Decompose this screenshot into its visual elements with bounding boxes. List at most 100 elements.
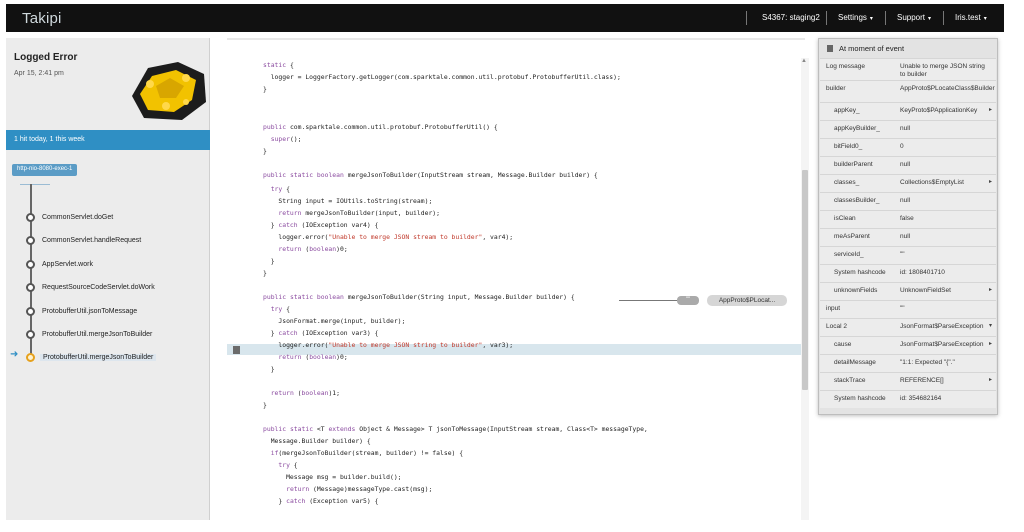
settings-menu[interactable]: Settings ▾: [838, 13, 873, 22]
code-line: super();: [270, 135, 302, 143]
variable-value: KeyProto$PApplicationKey: [900, 107, 978, 114]
event-thumbnail-image: [132, 62, 206, 120]
code-header-bar: [227, 38, 805, 40]
code-line: public static <T extends Object & Messag…: [263, 425, 648, 433]
code-line: public com.sparktale.common.util.protobu…: [263, 123, 498, 131]
top-separator: [826, 11, 827, 25]
scrollbar-thumb[interactable]: [802, 170, 808, 390]
code-line: logger = LoggerFactory.getLogger(com.spa…: [263, 73, 621, 81]
environment-selector[interactable]: S4367: staging2: [762, 13, 820, 22]
variable-name: Local 2: [826, 323, 847, 330]
variable-name: classesBuilder_: [834, 197, 880, 204]
environment-label: S4367: staging2: [762, 13, 820, 22]
code-line: if(mergeJsonToBuilder(stream, builder) !…: [270, 449, 464, 457]
support-label: Support: [897, 13, 926, 22]
code-line: return (Message)messageType.cast(msg);: [286, 485, 433, 493]
variable-value: Collections$EmptyList: [900, 179, 964, 186]
stack-frame-label: ProtobufferUtil.mergeJsonToBuilder: [42, 331, 153, 338]
variable-value: "": [900, 305, 905, 312]
event-datetime: Apr 15, 2:41 pm: [14, 70, 64, 77]
expand-icon[interactable]: ▸: [989, 106, 992, 113]
app-logo[interactable]: Takipi: [22, 10, 62, 27]
thread-badge[interactable]: http-nio-8080-exec-1: [12, 164, 78, 176]
frame-node-icon: [26, 307, 35, 316]
frame-node-icon: [26, 283, 35, 292]
variable-value: "": [900, 251, 905, 258]
variable-value: null: [900, 233, 911, 240]
stack-frame-label: ProtobufferUtil.jsonToMessage: [42, 308, 138, 315]
chevron-down-icon: ▾: [928, 16, 932, 22]
code-line: }: [263, 269, 267, 277]
variable-value: 0: [900, 143, 904, 150]
variable-name: classes_: [834, 179, 860, 186]
variable-pill-input[interactable]: "": [677, 296, 699, 305]
code-line: JsonFormat.merge(input, builder);: [263, 317, 406, 325]
stack-top-connector: [20, 184, 50, 185]
top-separator: [885, 11, 886, 25]
variable-value: null: [900, 161, 911, 168]
stack-frame-label: ProtobufferUtil.mergeJsonToBuilder: [40, 354, 157, 361]
current-frame-arrow-icon: ➜: [10, 349, 19, 360]
stack-frame-label: AppServlet.work: [42, 261, 93, 268]
variable-value: AppProto$PLocateClass$Builder: [900, 85, 995, 92]
source-code-viewer[interactable]: static { logger = LoggerFactory.getLogge…: [211, 38, 811, 520]
frame-node-icon: [26, 236, 35, 245]
code-line: }: [263, 85, 267, 93]
chevron-down-icon: ▾: [869, 16, 873, 22]
variables-panel-header: At moment of event: [819, 39, 997, 57]
variable-value: "1:1: Expected "{".": [900, 359, 955, 366]
code-line: } catch (Exception var5) {: [263, 497, 379, 505]
expand-icon[interactable]: ▸: [989, 286, 992, 293]
variable-row[interactable]: classes_ Collections$EmptyList ▸: [820, 174, 996, 192]
variable-value: Unable to merge JSON string to builder: [900, 63, 985, 78]
user-menu[interactable]: Iris.test ▾: [955, 13, 987, 22]
variable-row: isClean false: [820, 210, 996, 228]
variable-value: JsonFormat$ParseException: [900, 341, 984, 348]
code-scrollbar[interactable]: [801, 58, 809, 520]
variable-row[interactable]: Local 2 JsonFormat$ParseException ▾: [820, 318, 996, 336]
variable-value: REFERENCE[]: [900, 377, 944, 384]
expand-icon[interactable]: ▸: [989, 376, 992, 383]
variable-row[interactable]: cause JsonFormat$ParseException ▸: [820, 336, 996, 354]
variable-name: builderParent: [834, 161, 873, 168]
variable-row[interactable]: stackTrace REFERENCE[] ▸: [820, 372, 996, 390]
variable-pill-builder[interactable]: AppProto$PLocat...: [707, 295, 787, 306]
event-sidebar: Logged Error Apr 15, 2:41 pm 1 hit today…: [6, 38, 210, 520]
variable-row: meAsParent null: [820, 228, 996, 246]
collapse-icon[interactable]: ▾: [989, 322, 992, 329]
code-line: } catch (IOException var4) {: [263, 221, 379, 229]
code-line: }: [263, 257, 275, 265]
variable-name: detailMessage: [834, 359, 876, 366]
code-line: }: [263, 401, 267, 409]
variable-name: stackTrace: [834, 377, 866, 384]
variable-row: appKeyBuilder_ null: [820, 120, 996, 138]
variable-row[interactable]: appKey_ KeyProto$PApplicationKey ▸: [820, 102, 996, 120]
variable-name: builder: [826, 85, 846, 92]
variable-name: serviceId_: [834, 251, 864, 258]
scroll-up-icon[interactable]: ▲: [801, 58, 807, 64]
stack-frame-label: CommonServlet.handleRequest: [42, 237, 142, 244]
code-line: public static boolean mergeJsonToBuilder…: [263, 171, 598, 179]
variable-name: cause: [834, 341, 852, 348]
variable-row[interactable]: unknownFields UnknownFieldSet ▸: [820, 282, 996, 300]
expand-icon[interactable]: ▸: [989, 178, 992, 185]
variable-value: null: [900, 197, 911, 204]
variable-name: Log message: [826, 63, 866, 70]
variable-name: appKey_: [834, 107, 860, 114]
variable-row: Log message Unable to merge JSON string t…: [820, 58, 996, 80]
code-line: return (boolean)1;: [270, 389, 340, 397]
variable-value: UnknownFieldSet: [900, 287, 951, 294]
log-frame-icon: [26, 353, 35, 362]
variable-name: bitField0_: [834, 143, 863, 150]
variable-name: System hashcode: [834, 395, 886, 402]
user-label: Iris.test: [955, 13, 981, 22]
expand-icon[interactable]: ▸: [989, 340, 992, 347]
code-line: }: [263, 147, 267, 155]
variable-value: null: [900, 125, 911, 132]
variable-row: System hashcode id: 1808401710: [820, 264, 996, 282]
stack-frame-label: RequestSourceCodeServlet.doWork: [42, 284, 155, 291]
variables-panel-title: At moment of event: [839, 44, 905, 53]
variable-name: isClean: [834, 215, 856, 222]
top-separator: [746, 11, 747, 25]
support-menu[interactable]: Support ▾: [897, 13, 931, 22]
